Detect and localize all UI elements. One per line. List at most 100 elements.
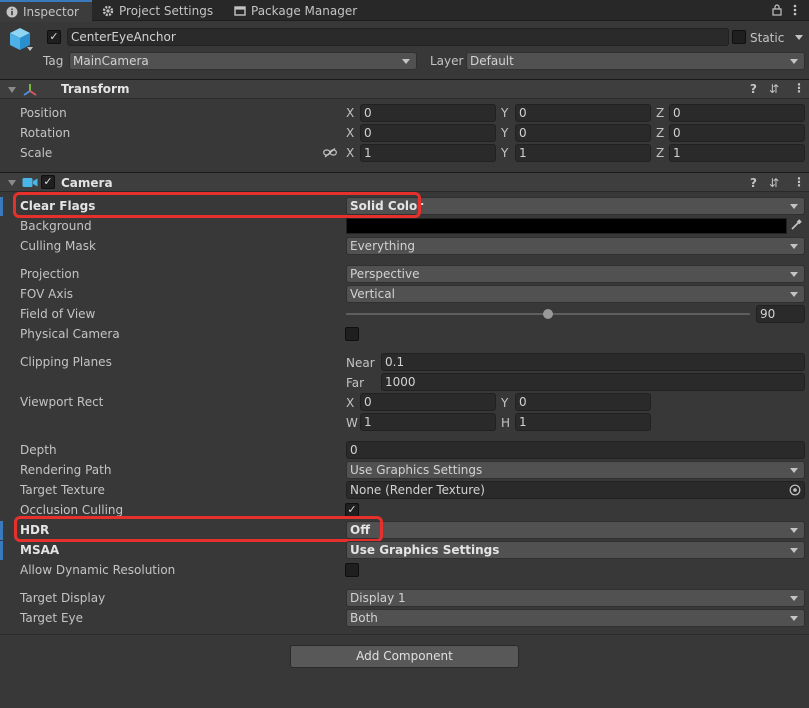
- target-display-label: Target Display: [20, 591, 106, 605]
- tab-label: Project Settings: [119, 3, 214, 18]
- transform-title: Transform: [61, 82, 130, 96]
- depth-field[interactable]: 0: [346, 441, 805, 459]
- rotation-y-field[interactable]: 0: [515, 124, 651, 142]
- camera-header[interactable]: [0, 172, 809, 192]
- position-x-field[interactable]: 0: [360, 104, 496, 122]
- component-menu-icon[interactable]: ⋮: [793, 80, 805, 96]
- tag-label: Tag: [43, 54, 64, 68]
- fov-slider-handle[interactable]: [543, 309, 553, 319]
- viewport-h-label: H: [501, 416, 511, 430]
- more-options-icon[interactable]: [793, 4, 797, 16]
- far-field[interactable]: 1000: [381, 373, 805, 391]
- object-name-field[interactable]: CenterEyeAnchor: [67, 28, 729, 46]
- transform-foldout-arrow[interactable]: [8, 87, 16, 93]
- position-z-field[interactable]: 0: [669, 104, 805, 122]
- constrain-proportions-icon[interactable]: [323, 148, 337, 158]
- active-checkbox[interactable]: ✓: [47, 30, 61, 44]
- camera-foldout-arrow[interactable]: [8, 180, 16, 186]
- viewport-x-field[interactable]: 0: [360, 393, 496, 411]
- axis-z-label: Z: [656, 146, 665, 160]
- help-icon[interactable]: ?: [750, 81, 757, 97]
- viewport-y-label: Y: [501, 396, 509, 410]
- physical-camera-checkbox[interactable]: [345, 327, 359, 341]
- viewport-w-label: W: [346, 416, 358, 430]
- fov-value-field[interactable]: 90: [756, 305, 805, 323]
- tab-package-manager[interactable]: Package Manager: [228, 0, 363, 21]
- rotation-label: Rotation: [20, 126, 71, 140]
- scale-z-field[interactable]: 1: [669, 144, 805, 162]
- scale-x-field[interactable]: 1: [360, 144, 496, 162]
- highlight-box-hdr: [14, 516, 383, 542]
- depth-label: Depth: [20, 443, 57, 457]
- tab-inspector[interactable]: Inspector: [0, 0, 92, 22]
- component-menu-icon[interactable]: ⋮: [793, 174, 805, 190]
- occlusion-culling-checkbox[interactable]: ✓: [345, 503, 359, 517]
- axis-x-label: X: [346, 126, 355, 140]
- package-icon: [234, 5, 246, 16]
- rendering-path-dropdown[interactable]: Use Graphics Settings: [346, 461, 805, 479]
- axis-y-label: Y: [501, 126, 509, 140]
- projection-dropdown[interactable]: Perspective: [346, 265, 805, 283]
- culling-mask-label: Culling Mask: [20, 239, 96, 253]
- physical-camera-label: Physical Camera: [20, 327, 120, 341]
- msaa-dropdown[interactable]: Use Graphics Settings: [346, 541, 805, 559]
- axis-y-label: Y: [501, 146, 509, 160]
- background-color-swatch[interactable]: [346, 218, 787, 234]
- background-label: Background: [20, 219, 92, 233]
- layer-dropdown[interactable]: Default: [466, 52, 805, 70]
- near-field[interactable]: 0.1: [381, 353, 805, 371]
- viewport-rect-label: Viewport Rect: [20, 395, 104, 409]
- target-eye-dropdown[interactable]: Both: [346, 609, 805, 627]
- eyedropper-icon[interactable]: [790, 219, 802, 231]
- allow-dynamic-resolution-checkbox[interactable]: [345, 563, 359, 577]
- transform-axis-icon: [23, 84, 37, 96]
- target-display-dropdown[interactable]: Display 1: [346, 589, 805, 607]
- position-y-field[interactable]: 0: [515, 104, 651, 122]
- override-indicator: [0, 521, 3, 540]
- tab-project-settings[interactable]: Project Settings: [96, 0, 219, 21]
- hdr-dropdown[interactable]: Off: [346, 521, 805, 539]
- help-icon[interactable]: ?: [750, 175, 757, 191]
- axis-x-label: X: [346, 146, 355, 160]
- viewport-w-field[interactable]: 1: [360, 413, 496, 431]
- position-label: Position: [20, 106, 67, 120]
- camera-enabled-checkbox[interactable]: ✓: [41, 175, 55, 189]
- field-of-view-label: Field of View: [20, 307, 96, 321]
- projection-label: Projection: [20, 267, 80, 281]
- axis-y-label: Y: [501, 106, 509, 120]
- override-indicator: [0, 197, 3, 216]
- fov-axis-dropdown[interactable]: Vertical: [346, 285, 805, 303]
- static-label: Static: [750, 31, 785, 45]
- rotation-z-field[interactable]: 0: [669, 124, 805, 142]
- allow-dynamic-resolution-label: Allow Dynamic Resolution: [20, 563, 176, 577]
- tab-label: Package Manager: [251, 3, 358, 18]
- tab-label: Inspector: [23, 5, 79, 19]
- override-indicator: [0, 541, 3, 560]
- culling-mask-dropdown[interactable]: Everything: [346, 237, 805, 255]
- object-picker-icon[interactable]: [789, 484, 801, 496]
- static-checkbox[interactable]: [732, 30, 746, 44]
- scale-y-field[interactable]: 1: [515, 144, 651, 162]
- icon-dropdown-arrow[interactable]: [27, 47, 33, 51]
- viewport-h-field[interactable]: 1: [515, 413, 651, 431]
- presets-icon[interactable]: ⇵: [769, 81, 779, 97]
- rotation-x-field[interactable]: 0: [360, 124, 496, 142]
- static-dropdown-arrow[interactable]: [795, 35, 803, 40]
- layer-label: Layer: [430, 54, 464, 68]
- far-label: Far: [346, 376, 365, 390]
- tag-dropdown[interactable]: MainCamera: [69, 52, 417, 70]
- lock-icon[interactable]: [772, 4, 782, 16]
- target-texture-field[interactable]: None (Render Texture): [346, 481, 805, 499]
- scale-label: Scale: [20, 146, 53, 160]
- add-component-button[interactable]: Add Component: [290, 645, 519, 668]
- info-icon: [6, 6, 18, 18]
- near-label: Near: [346, 356, 375, 370]
- presets-icon[interactable]: ⇵: [769, 175, 779, 191]
- msaa-label: MSAA: [20, 543, 60, 557]
- target-texture-label: Target Texture: [20, 483, 105, 497]
- target-eye-label: Target Eye: [20, 611, 84, 625]
- clipping-planes-label: Clipping Planes: [20, 355, 112, 369]
- gear-icon: [102, 5, 114, 16]
- tab-bar: Inspector Project Settings Package Manag…: [0, 0, 809, 22]
- viewport-y-field[interactable]: 0: [515, 393, 651, 411]
